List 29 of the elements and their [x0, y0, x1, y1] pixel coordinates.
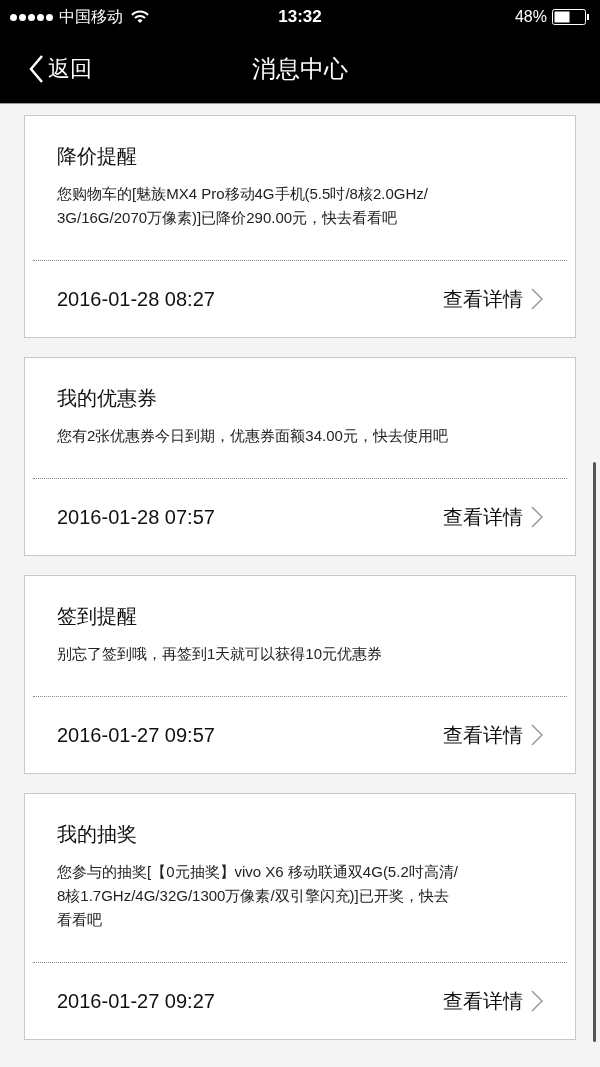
chevron-right-icon	[531, 288, 543, 310]
wifi-icon	[131, 10, 149, 24]
view-details-link[interactable]: 查看详情	[443, 720, 543, 750]
view-details-link[interactable]: 查看详情	[443, 502, 543, 532]
message-title: 我的抽奖	[56, 822, 138, 847]
message-title: 降价提醒	[56, 144, 138, 169]
chevron-right-icon	[531, 506, 543, 528]
message-body: 您参与的抽奖[【0元抽奖】vivo X6 移动联通双4G(5.2吋高清/ 8核1.7GHz/4G/32G/1300万像素/双引擎闪充)]已开奖，快去 看看吧	[57, 862, 458, 930]
message-time: 2016-01-28 07:57	[57, 505, 215, 530]
battery-percent: 48%	[514, 7, 547, 27]
view-details-link[interactable]: 查看详情	[443, 986, 543, 1016]
view-details-link[interactable]: 查看详情	[443, 284, 543, 314]
clock-time: 13:32	[278, 6, 322, 29]
chevron-right-icon	[531, 724, 543, 746]
signal-icon	[10, 13, 53, 21]
back-button[interactable]: 返回	[28, 52, 92, 85]
chevron-right-icon	[531, 990, 543, 1012]
battery-icon	[552, 9, 590, 25]
back-icon	[28, 53, 44, 84]
carrier-name: 中国移动	[59, 7, 123, 27]
message-title: 我的优惠券	[56, 386, 158, 411]
message-body: 您有2张优惠券今日到期，优惠券面额34.00元，快去使用吧	[57, 426, 448, 446]
page-title: 消息中心	[252, 53, 348, 84]
message-time: 2016-01-28 08:27	[57, 287, 215, 312]
message-title: 签到提醒	[56, 604, 138, 629]
message-time: 2016-01-27 09:57	[57, 723, 215, 748]
message-time: 2016-01-27 09:27	[57, 989, 215, 1014]
message-body: 别忘了签到哦，再签到1天就可以获得10元优惠券	[57, 644, 383, 664]
message-body: 您购物车的[魅族MX4 Pro移动4G手机(5.5吋/8核2.0GHz/ 3G/16G/2070万像素)]已降价290.00元，快去看看吧	[57, 184, 428, 228]
